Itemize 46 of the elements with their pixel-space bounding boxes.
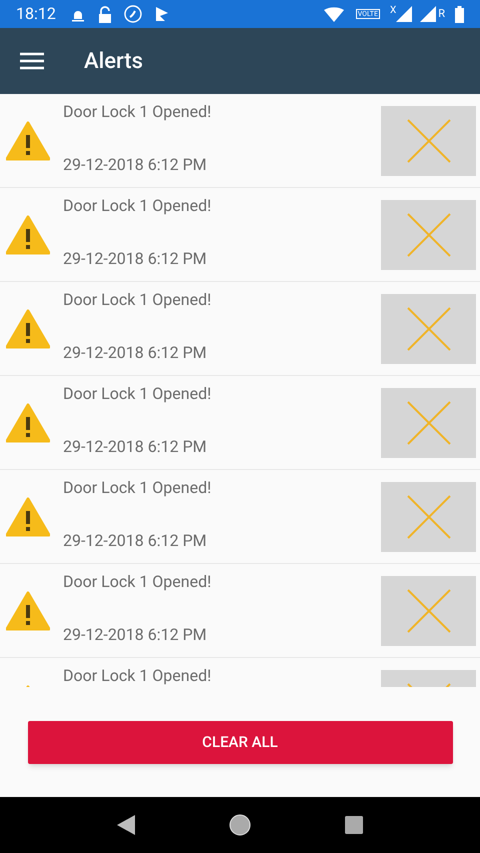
- alert-title: Door Lock 1 Opened!: [63, 384, 212, 404]
- screen-title: Alerts: [84, 48, 143, 76]
- warning-icon: [6, 214, 50, 254]
- close-icon: [406, 306, 452, 352]
- alert-title: Door Lock 1 Opened!: [63, 102, 212, 122]
- close-icon: [406, 494, 452, 540]
- dismiss-button[interactable]: [381, 106, 476, 176]
- sim-label: R: [438, 6, 445, 22]
- home-icon[interactable]: [229, 814, 251, 836]
- dismiss-button[interactable]: [381, 294, 476, 364]
- alert-time: 29-12-2018 6:12 PM: [63, 531, 208, 551]
- roaming-mark: X: [390, 4, 396, 18]
- close-icon: [406, 400, 452, 446]
- alert-title: Door Lock 1 Opened!: [63, 572, 212, 592]
- menu-icon[interactable]: [20, 52, 44, 70]
- close-icon: [406, 588, 452, 634]
- dismiss-button[interactable]: [381, 576, 476, 646]
- status-time: 18:12: [16, 3, 56, 25]
- alert-time: 29-12-2018 6:12 PM: [63, 155, 208, 175]
- alert-title: Door Lock 1 Opened!: [63, 196, 212, 216]
- alert-time: 29-12-2018 6:12 PM: [63, 249, 208, 269]
- alert-time: 29-12-2018 6:12 PM: [63, 437, 208, 457]
- lock-icon: [98, 6, 112, 22]
- warning-icon: [6, 120, 50, 160]
- alert-title: Door Lock 1 Opened!: [63, 478, 212, 498]
- signal-icon: [420, 6, 436, 22]
- close-icon: [406, 118, 452, 164]
- dismiss-button[interactable]: [381, 388, 476, 458]
- clear-all-button[interactable]: CLEAR ALL: [28, 720, 452, 764]
- recents-icon[interactable]: [345, 816, 363, 834]
- battery-icon: [455, 6, 464, 22]
- alert-time: 29-12-2018 6:12 PM: [63, 625, 208, 645]
- warning-icon: [6, 590, 50, 630]
- alert-title: Door Lock 1 Opened!: [63, 666, 212, 686]
- flag-icon: [154, 6, 170, 22]
- warning-icon: [6, 496, 50, 536]
- warning-icon: [6, 308, 50, 348]
- signal-icon: [396, 6, 412, 22]
- alert-title: Door Lock 1 Opened!: [63, 290, 212, 310]
- warning-icon: [6, 402, 50, 442]
- dismiss-button[interactable]: [381, 200, 476, 270]
- alert-time: 29-12-2018 6:12 PM: [63, 343, 208, 363]
- back-icon[interactable]: [117, 815, 135, 835]
- close-icon: [406, 212, 452, 258]
- wifi-icon: [324, 6, 346, 22]
- dismiss-button[interactable]: [381, 482, 476, 552]
